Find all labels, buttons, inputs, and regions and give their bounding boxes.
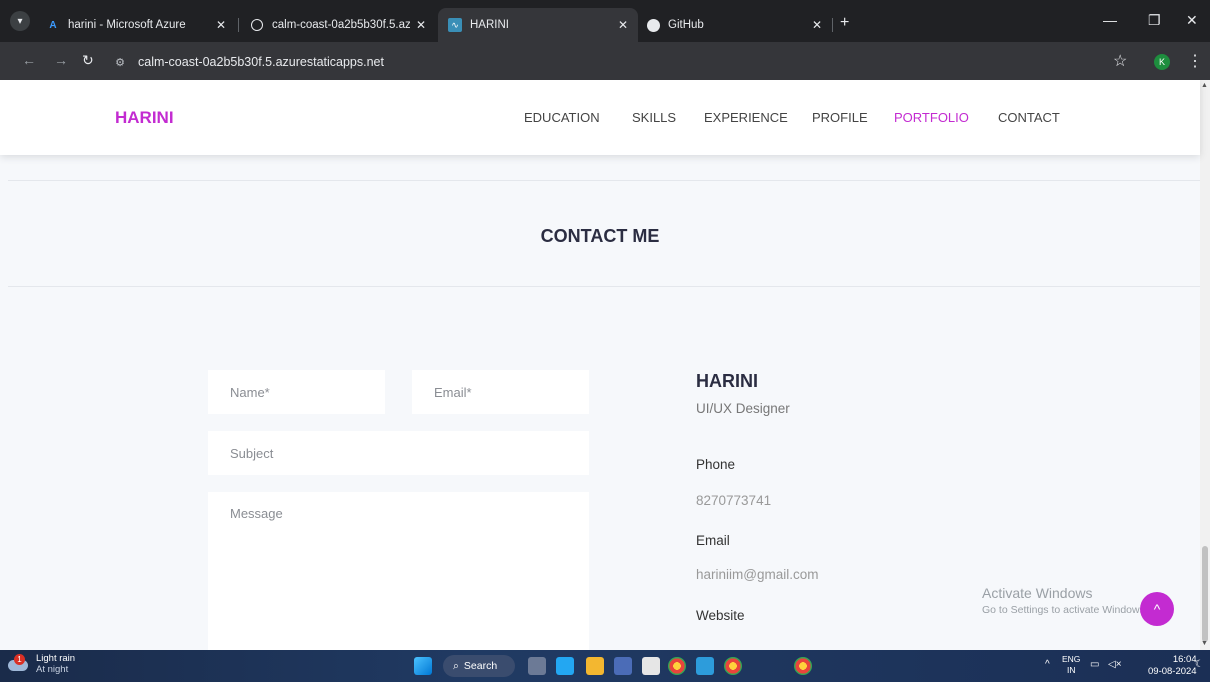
email-label: Email [696, 533, 730, 548]
tab-title: GitHub [668, 19, 704, 31]
weather-widget[interactable]: 1 Light rain At night [8, 653, 75, 675]
scroll-down-arrow-icon[interactable]: ▼ [1201, 640, 1208, 647]
scroll-up-arrow-icon[interactable]: ▲ [1201, 82, 1208, 89]
name-input[interactable]: Name* [208, 370, 385, 414]
url-text: calm-coast-0a2b5b30f.5.azurestaticapps.n… [138, 55, 384, 69]
nav-profile[interactable]: PROFILE [812, 110, 868, 125]
weather-badge: 1 [14, 654, 25, 665]
close-window-icon[interactable]: ✕ [1186, 12, 1198, 29]
nav-contact[interactable]: CONTACT [998, 110, 1060, 125]
site-settings-icon[interactable]: ⚙ [112, 54, 128, 70]
close-icon[interactable]: ✕ [216, 18, 226, 32]
nav-experience[interactable]: EXPERIENCE [704, 110, 788, 125]
search-icon: ⌕ [453, 659, 459, 672]
file-explorer-icon[interactable] [586, 657, 604, 675]
tab-divider [832, 18, 833, 32]
back-to-top-button[interactable]: ^ [1140, 592, 1174, 626]
chrome-profile-icon[interactable] [724, 657, 742, 675]
contact-section-title: CONTACT ME [540, 226, 660, 246]
tab-search-button[interactable]: ▾ [10, 11, 30, 31]
tab-title: HARINI [470, 19, 509, 31]
notifications-icon[interactable]: ☾ [1195, 659, 1204, 670]
website-label: Website [696, 608, 745, 623]
tab-title: calm-coast-0a2b5b30f.5.azurestaticapps.n… [272, 19, 410, 31]
azure-icon: A [49, 19, 57, 31]
close-icon[interactable]: ✕ [812, 18, 822, 32]
restore-icon[interactable]: ❐ [1148, 12, 1161, 29]
weather-subtitle: At night [36, 664, 69, 675]
activate-windows-watermark: Activate Windows Go to Settings to activ… [982, 585, 1148, 616]
email-input[interactable]: Email* [412, 370, 589, 414]
tab-azure[interactable]: A harini - Microsoft Azure ✕ [36, 8, 236, 42]
clock-time: 16:04 [1172, 654, 1197, 665]
chevron-up-icon: ^ [1153, 601, 1161, 617]
contact-name: HARINI [696, 371, 758, 391]
phone-label: Phone [696, 457, 736, 472]
message-textarea[interactable]: Message [208, 492, 589, 650]
globe-icon [250, 18, 264, 32]
forward-icon[interactable]: → [54, 52, 68, 68]
tab-harini[interactable]: ∿ HARINI ✕ [438, 8, 638, 42]
activate-subtitle: Go to Settings to activate Windows. [982, 604, 1148, 616]
site-favicon: ∿ [448, 18, 462, 32]
tab-title: harini - Microsoft Azure [68, 19, 186, 31]
phone-value: 8270773741 [696, 493, 772, 508]
tab-divider [238, 18, 239, 32]
activate-title: Activate Windows [982, 585, 1093, 601]
bookmark-star-icon[interactable]: ☆ [1113, 51, 1127, 71]
rain-cloud-icon: 1 [8, 654, 30, 673]
github-icon [646, 18, 660, 32]
vscode-icon[interactable] [556, 657, 574, 675]
clock-date: 09-08-2024 [1148, 666, 1197, 677]
nav-portfolio[interactable]: PORTFOLIO [894, 110, 969, 125]
search-label: Search [463, 660, 498, 672]
nav-skills[interactable]: SKILLS [632, 110, 676, 125]
language-indicator[interactable]: ENG IN [1062, 654, 1080, 676]
minimize-icon[interactable]: — [1103, 12, 1117, 28]
tab-github[interactable]: GitHub ✕ [636, 8, 832, 42]
profile-avatar[interactable]: K [1154, 54, 1170, 70]
task-view-icon[interactable] [528, 657, 546, 675]
taskbar-clock[interactable]: 16:04 09-08-2024 [1148, 654, 1197, 678]
contact-role: UI/UX Designer [696, 401, 790, 416]
reload-icon[interactable]: ↻ [82, 52, 94, 69]
address-bar-row: ← → ↻ ⚙ calm-coast-0a2b5b30f.5.azurestat… [0, 42, 1210, 80]
browser-menu-icon[interactable]: ⋮ [1187, 51, 1203, 71]
mail-icon[interactable] [696, 657, 714, 675]
chrome-profile-icon[interactable] [794, 657, 812, 675]
subject-input[interactable]: Subject [208, 431, 589, 475]
tab-azure-static-app[interactable]: calm-coast-0a2b5b30f.5.azurestaticapps.n… [240, 8, 436, 42]
start-icon[interactable] [414, 657, 432, 675]
volume-icon[interactable]: ◁× [1108, 659, 1122, 670]
close-icon[interactable]: ✕ [618, 18, 628, 32]
new-tab-button[interactable]: + [840, 14, 849, 32]
windows-taskbar: 1 Light rain At night ⌕ Search ^ ENG IN … [0, 650, 1210, 682]
page-viewport: HARINI EDUCATION SKILLS EXPERIENCE PROFI… [0, 80, 1210, 650]
site-navbar: HARINI EDUCATION SKILLS EXPERIENCE PROFI… [0, 80, 1200, 155]
language-code: ENG [1062, 654, 1081, 664]
weather-title: Light rain [36, 653, 76, 664]
site-logo[interactable]: HARINI [115, 108, 174, 128]
close-icon[interactable]: ✕ [416, 18, 426, 32]
browser-tab-strip: ▾ A harini - Microsoft Azure ✕ calm-coas… [0, 0, 1210, 42]
section-divider [8, 286, 1200, 287]
section-divider [8, 180, 1200, 181]
scrollbar-thumb[interactable] [1202, 546, 1208, 642]
region-code: IN [1066, 665, 1076, 675]
nav-education[interactable]: EDUCATION [524, 110, 600, 125]
taskbar-search[interactable]: ⌕ Search [443, 655, 515, 677]
notepad-icon[interactable] [642, 657, 660, 675]
chrome-icon[interactable] [668, 657, 686, 675]
chevron-up-icon[interactable]: ^ [1045, 659, 1050, 670]
app-icon[interactable] [614, 657, 632, 675]
url-field[interactable]: ⚙ calm-coast-0a2b5b30f.5.azurestaticapps… [112, 49, 1112, 75]
back-icon[interactable]: ← [22, 52, 36, 68]
network-icon[interactable]: ▭ [1090, 659, 1099, 670]
email-value[interactable]: hariniim@gmail.com [696, 567, 818, 582]
